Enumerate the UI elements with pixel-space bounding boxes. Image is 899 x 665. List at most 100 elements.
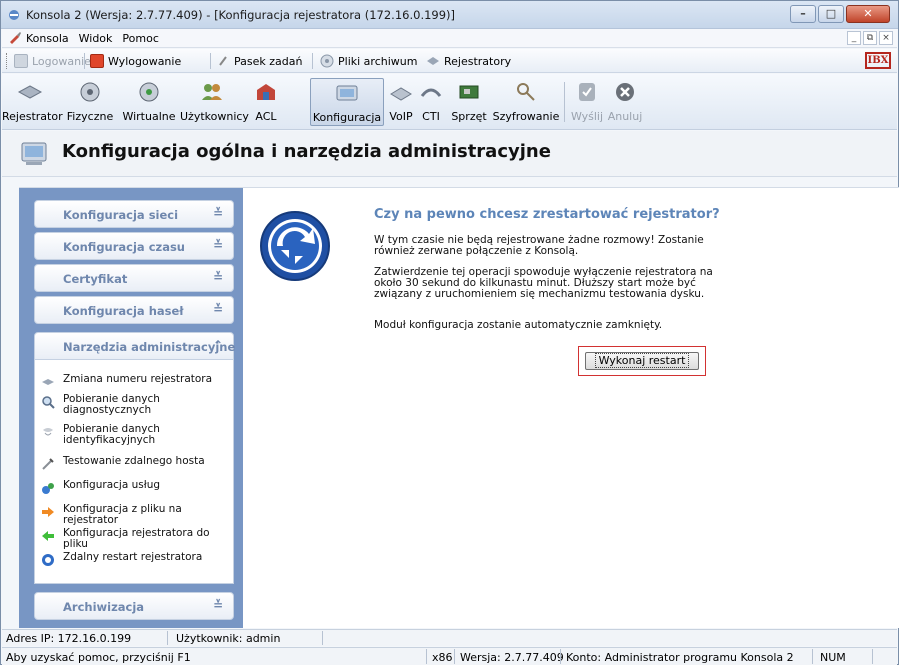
page-header: Konfiguracja ogólna i narzędzia administ… <box>2 131 897 177</box>
chevron-down-icon: ≚ <box>212 598 223 612</box>
mdi-restore-button[interactable]: ⧉ <box>863 31 877 45</box>
toolbar-separator <box>564 82 565 122</box>
users-icon <box>202 84 222 100</box>
menu-pomoc[interactable]: Pomoc <box>122 32 158 45</box>
toolbar-physical-button[interactable]: Fizyczne <box>64 78 116 126</box>
tool-config-to-file[interactable]: Konfiguracja rejestratora do pliku <box>41 528 223 550</box>
quick-toolbar: Logowanie Wylogowanie Pasek zadań Pliki … <box>2 49 897 73</box>
tool-label: Pobieranie danych diagnostycznych <box>63 393 160 416</box>
warning-text: W tym czasie nie będą rejestrowane żadne… <box>374 234 704 257</box>
section-label: Archiwizacja <box>63 600 145 614</box>
restart-button[interactable]: Wykonaj restart <box>585 352 699 370</box>
tool-remote-restart[interactable]: Zdalny restart rejestratora <box>41 552 223 567</box>
mdi-minimize-button[interactable]: _ <box>847 31 861 45</box>
chevron-down-icon: ≚ <box>212 270 223 284</box>
toolbar-separator <box>312 53 313 69</box>
recorders-icon <box>427 57 439 65</box>
toolbar-voip-button[interactable]: VoIP <box>386 78 416 126</box>
toolbar-cti-button[interactable]: CTI <box>418 78 444 126</box>
restart-info-text: Zatwierdzenie tej operacji spowoduje wył… <box>374 266 713 300</box>
document-icon[interactable] <box>8 31 22 45</box>
restart-button-label: Wykonaj restart <box>594 353 690 368</box>
acl-icon <box>257 84 275 100</box>
menu-konsola[interactable]: Konsola <box>26 32 69 45</box>
tool-change-recorder-number[interactable]: Zmiana numeru rejestratora <box>41 374 223 389</box>
num-lock-indicator: NUM <box>820 651 846 664</box>
status-separator <box>167 631 168 645</box>
toolbar-configuration-button[interactable]: Konfiguracja <box>310 78 384 126</box>
test-host-icon <box>42 458 54 470</box>
toolbar-hardware-label: Sprzęt <box>451 110 487 123</box>
app-window: Konsola 2 (Wersja: 2.7.77.409) - [Konfig… <box>0 0 899 665</box>
section-certificate[interactable]: Certyfikat ≚ <box>34 264 234 292</box>
tool-label: Testowanie zdalnego hosta <box>63 455 205 467</box>
status-separator <box>872 649 873 664</box>
magnifier-icon <box>42 396 55 409</box>
app-icon <box>9 10 19 20</box>
voip-icon <box>390 87 412 101</box>
toolbar-hardware-button[interactable]: Sprzęt <box>448 78 490 126</box>
section-network-config[interactable]: Konfiguracja sieci ≚ <box>34 200 234 228</box>
toolbar-recorder-button[interactable]: Rejestrator <box>2 78 63 126</box>
paperclip-icon <box>219 56 227 66</box>
toolbar-acl-button[interactable]: ACL <box>250 78 282 126</box>
current-user: Użytkownik: admin <box>176 632 281 645</box>
toolbar-send-button[interactable]: Wyślij <box>570 78 604 126</box>
section-password-config[interactable]: Konfiguracja haseł ≚ <box>34 296 234 324</box>
content-area: Konfiguracja sieci ≚ Konfiguracja czasu … <box>19 187 899 628</box>
toolbar-encryption-label: Szyfrowanie <box>492 110 560 123</box>
toolbar-grip[interactable] <box>6 53 9 69</box>
status-separator <box>426 649 427 664</box>
tool-config-from-file[interactable]: Konfiguracja z pliku na rejestrator <box>41 504 223 526</box>
toolbar-users-button[interactable]: Użytkownicy <box>180 78 249 126</box>
toolbar-virtual-button[interactable]: Wirtualne <box>120 78 178 126</box>
restart-button-highlight: Wykonaj restart <box>578 346 706 376</box>
section-archiving[interactable]: Archiwizacja ≚ <box>34 592 234 620</box>
help-hint: Aby uzyskać pomoc, przyciśnij F1 <box>6 651 191 664</box>
toolbar-encryption-button[interactable]: Szyfrowanie <box>492 78 560 126</box>
chevron-up-icon: ⌃ <box>212 338 223 352</box>
tool-remote-host-test[interactable]: Testowanie zdalnego hosta <box>41 456 223 471</box>
tool-diagnostic-data[interactable]: Pobieranie danych diagnostycznych <box>41 394 223 416</box>
login-icon <box>14 54 28 68</box>
tool-identification-data[interactable]: Pobieranie danych identyfikacyjnych <box>41 424 223 446</box>
logout-button[interactable]: Wylogowanie <box>90 54 181 68</box>
recorders-button[interactable]: Rejestratory <box>426 54 511 68</box>
services-icon <box>42 483 54 494</box>
menu-widok[interactable]: Widok <box>79 32 113 45</box>
section-label: Konfiguracja sieci <box>63 208 179 222</box>
toolbar-cancel-button[interactable]: Anuluj <box>606 78 644 126</box>
maximize-button[interactable]: □ <box>818 5 844 23</box>
section-admin-tools[interactable]: Narzędzia administracyjne ⌃ <box>34 332 235 360</box>
logout-icon <box>90 54 104 68</box>
minimize-button[interactable]: – <box>790 5 816 23</box>
status-separator <box>560 649 561 664</box>
status-separator <box>812 649 813 664</box>
tool-label: Zdalny restart rejestratora <box>63 551 203 563</box>
arrow-right-icon <box>42 507 54 517</box>
page-title: Konfiguracja ogólna i narzędzia administ… <box>62 141 551 162</box>
maximize-icon: □ <box>825 7 837 20</box>
tool-services-config[interactable]: Konfiguracja usług <box>41 480 223 495</box>
tool-label: Konfiguracja usług <box>63 479 161 491</box>
archive-files-label: Pliki archiwum <box>338 54 418 68</box>
cancel-icon <box>616 83 634 101</box>
section-label: Konfiguracja haseł <box>63 304 184 318</box>
toolbar-acl-label: ACL <box>255 110 277 123</box>
login-button[interactable]: Logowanie <box>14 54 91 68</box>
status-separator <box>322 631 323 645</box>
archive-files-icon <box>320 54 334 68</box>
configuration-icon <box>21 142 47 165</box>
chevron-down-icon: ≚ <box>212 206 223 220</box>
architecture: x86 <box>432 651 453 664</box>
archive-files-button[interactable]: Pliki archiwum <box>320 54 417 68</box>
section-time-config[interactable]: Konfiguracja czasu ≚ <box>34 232 234 260</box>
identification-icon <box>43 428 53 436</box>
minimize-icon: – <box>800 7 806 20</box>
taskbar-button[interactable]: Pasek zadań <box>216 54 302 68</box>
close-button[interactable]: ✕ <box>846 5 890 23</box>
mdi-close-button[interactable]: × <box>879 31 893 45</box>
ibx-logo: IBX <box>865 52 891 69</box>
sidebar: Konfiguracja sieci ≚ Konfiguracja czasu … <box>19 188 243 628</box>
chevron-down-icon: ≚ <box>212 302 223 316</box>
